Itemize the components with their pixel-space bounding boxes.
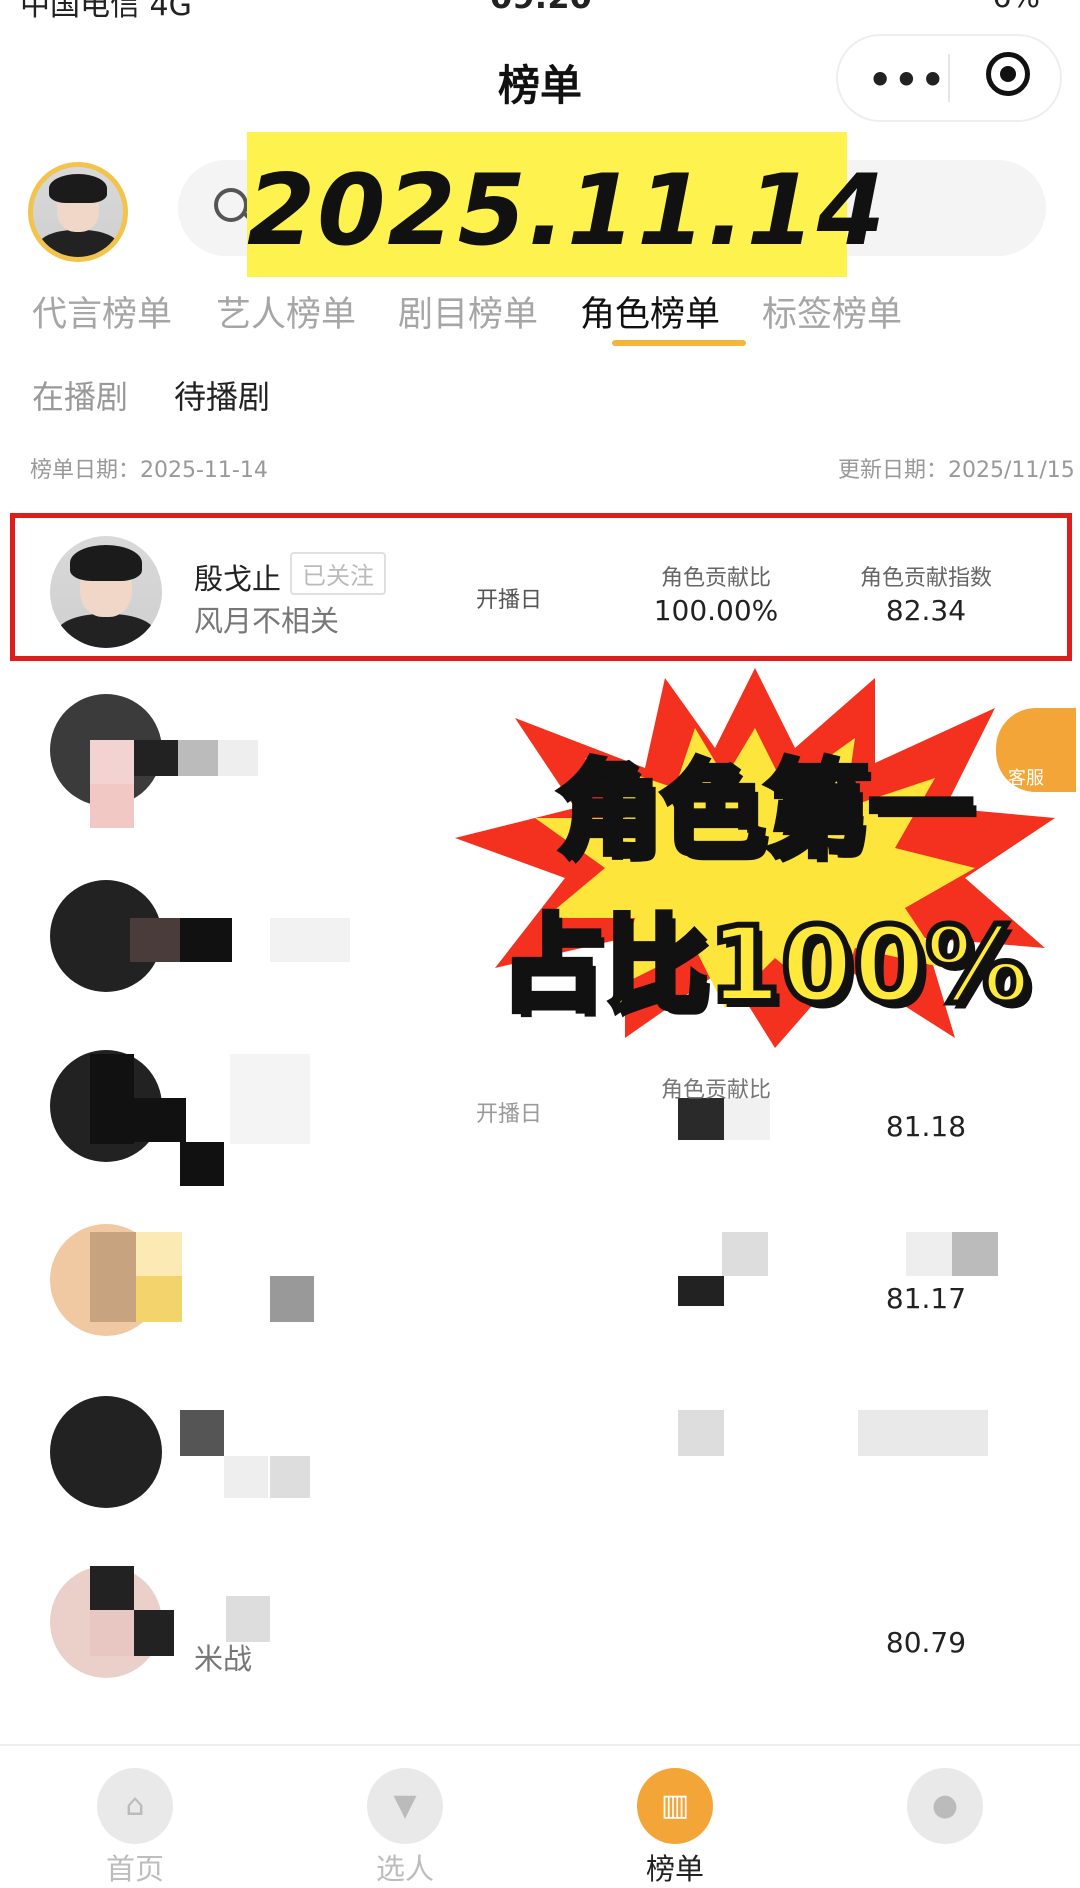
highlight-box [10,513,1072,661]
tabbar-label: 榜单 [645,1852,704,1886]
list-date: 榜单日期：2025-11-14 [30,458,268,483]
target-icon[interactable] [986,52,1030,96]
user-avatar[interactable] [28,162,128,262]
index-value: 81.17 [885,1282,967,1315]
subtab-airing[interactable]: 在播剧 [32,372,128,418]
ratio-label: 角色贡献比 [660,1078,771,1103]
show-title: 米战 [194,1642,253,1676]
tabbar-label: 首页 [105,1852,164,1886]
active-tab-indicator [612,340,746,346]
more-dots-icon[interactable]: ••• [868,58,947,102]
battery: 6% [992,0,1040,15]
tab-tag[interactable]: 标签榜单 [762,286,902,337]
clock: 09:20 [490,0,592,16]
search-icon [214,188,248,222]
overlay-text-line1: 角色第一 [554,746,976,874]
index-value: 80.79 [885,1626,967,1659]
avatar [50,1396,162,1508]
index-value: 81.18 [885,1110,967,1143]
bottom-tab-bar: ⌂ 首页 ▼ 选人 ▥ 榜单 ● [0,1744,1080,1888]
mini-program-capsule: ••• [838,36,1060,120]
tab-role[interactable]: 角色榜单 [580,286,720,337]
tabbar-home[interactable]: ⌂ 首页 [35,1746,235,1888]
person-icon: ● [907,1768,983,1844]
tabbar-label: 选人 [375,1852,434,1886]
chart-icon: ▥ [637,1768,713,1844]
status-bar: 中国电信 4G 09:20 6% [0,0,1080,18]
tabbar-profile[interactable]: ● [845,1746,1045,1888]
subtab-upcoming[interactable]: 待播剧 [174,372,270,418]
tabbar-select[interactable]: ▼ 选人 [305,1746,505,1888]
update-date: 更新日期：2025/11/15 [838,458,1075,483]
tab-endorsement[interactable]: 代言榜单 [32,286,172,337]
customer-service-label: 客服 [1008,768,1044,789]
overlay-text-line2: 占比100% [497,901,1032,1029]
customer-service-button[interactable]: 客服 [996,708,1076,792]
tabbar-ranking[interactable]: ▥ 榜单 [575,1746,775,1888]
nav-bar: 榜单 ••• [0,30,1080,130]
filter-icon: ▼ [367,1768,443,1844]
start-date-label: 开播日 [476,1102,543,1127]
home-icon: ⌂ [97,1768,173,1844]
carrier: 中国电信 4G [20,0,192,18]
date-banner: 2025.11.14 [247,132,887,277]
date-banner-text: 2025.11.14 [247,154,887,268]
tab-artist[interactable]: 艺人榜单 [216,286,356,337]
capsule-divider [948,54,950,102]
tab-drama[interactable]: 剧目榜单 [398,286,538,337]
